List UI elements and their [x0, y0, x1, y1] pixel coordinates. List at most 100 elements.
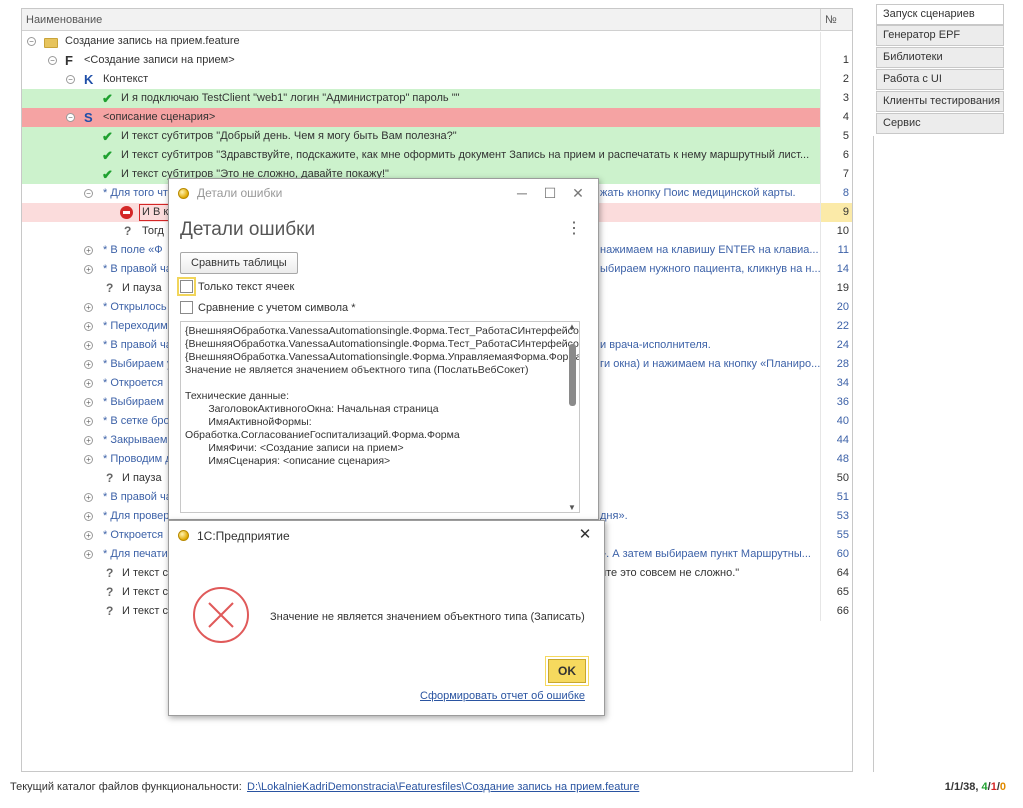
error-details-window[interactable]: Детали ошибки ─ ☐ ✕ Детали ошибки ⋮ Срав… — [168, 178, 599, 520]
status-catalog-path-link[interactable]: D:\LokalnieKadriDemonstracia\Featuresfil… — [247, 781, 639, 793]
row-number: 40 — [820, 412, 852, 431]
tree-item-label: * Переходим — [103, 320, 168, 332]
tree-item-label: И текст субтитров "Здравствуйте, подскаж… — [121, 149, 810, 161]
table-row[interactable]: − F <Создание записи на прием> 1 — [22, 51, 852, 70]
expand-icon[interactable]: + — [84, 455, 93, 464]
checkbox-icon[interactable] — [180, 300, 193, 314]
expand-icon[interactable]: + — [84, 436, 93, 445]
collapse-icon[interactable]: − — [84, 189, 93, 198]
tree-item-label: И В к — [139, 204, 172, 221]
tree-item-label-tail: ите это совсем не сложно." — [600, 567, 740, 579]
question-icon: ? — [106, 471, 114, 485]
status-counter: 1/1/38, 4/1/0 — [945, 781, 1006, 793]
expand-icon[interactable]: + — [84, 398, 93, 407]
only-cell-text-checkbox[interactable]: Только текст ячеек — [177, 276, 295, 296]
counter-pending: 0 — [999, 781, 1006, 793]
row-number: 6 — [820, 146, 852, 165]
context-k-icon: K — [84, 72, 94, 87]
tree-item-label-tail: ыбираем нужного пациента, кликнув на н..… — [600, 263, 820, 275]
row-number: 4 — [820, 108, 852, 127]
tab-panel-border — [873, 136, 874, 772]
tab-ui-work[interactable]: Работа с UI — [876, 69, 1004, 90]
tree-item-label: * В правой ча — [103, 339, 172, 351]
maximize-icon[interactable]: ☐ — [538, 183, 562, 203]
compare-tables-button[interactable]: Сравнить таблицы — [180, 252, 298, 274]
tree-item-label: И пауза — [122, 282, 162, 294]
row-number: 36 — [820, 393, 852, 412]
table-row[interactable]: ✔ И текст субтитров "Здравствуйте, подск… — [22, 146, 852, 165]
checkbox-label: Сравнение с учетом символа * — [198, 302, 356, 314]
close-icon[interactable]: ✕ — [566, 183, 590, 203]
row-number: 34 — [820, 374, 852, 393]
row-number: 51 — [820, 488, 852, 507]
error-details-textarea[interactable]: {ВнешняяОбработка.VanessaAutomationsingl… — [180, 321, 580, 513]
tree-item-label: Создание запись на прием.feature — [65, 35, 240, 47]
row-number: 50 — [820, 469, 852, 488]
expand-icon[interactable]: + — [84, 417, 93, 426]
row-number: 8 — [820, 184, 852, 203]
tree-item-label-tail: нажимаем на клавишу ENTER на клавиа... — [600, 244, 819, 256]
table-row[interactable]: ✔ И текст субтитров "Добрый день. Чем я … — [22, 127, 852, 146]
row-number: 5 — [820, 127, 852, 146]
tab-run-scenarios[interactable]: Запуск сценариев — [876, 4, 1004, 25]
collapse-icon[interactable]: − — [27, 37, 36, 46]
expand-icon[interactable]: + — [84, 512, 93, 521]
table-row[interactable]: − Создание запись на прием.feature — [22, 32, 852, 51]
tab-service[interactable]: Сервис — [876, 113, 1004, 134]
tree-item-label: * Для провер — [103, 510, 170, 522]
collapse-icon[interactable]: − — [66, 113, 75, 122]
more-menu-icon[interactable]: ⋮ — [566, 221, 582, 237]
expand-icon[interactable]: + — [84, 360, 93, 369]
column-header-number[interactable]: № — [820, 9, 852, 31]
error-text-scrollbar[interactable]: ▲ ▼ — [566, 322, 580, 512]
enterprise-message-dialog[interactable]: 1С:Предприятие ✕ Значение не является зн… — [168, 520, 605, 716]
check-icon: ✔ — [102, 129, 113, 144]
scroll-up-icon[interactable]: ▲ — [568, 322, 576, 331]
checkbox-icon[interactable] — [177, 276, 196, 296]
page-title: Детали ошибки — [180, 219, 316, 240]
table-row[interactable]: − K Контекст 2 — [22, 70, 852, 89]
collapse-icon[interactable]: − — [48, 56, 57, 65]
window-title-bar[interactable]: Детали ошибки ─ ☐ ✕ — [169, 179, 598, 207]
checkbox-label: Только текст ячеек — [198, 281, 295, 293]
tab-epf-generator[interactable]: Генератор EPF — [876, 25, 1004, 46]
expand-icon[interactable]: + — [84, 341, 93, 350]
expand-icon[interactable]: + — [84, 531, 93, 540]
question-icon: ? — [124, 224, 132, 238]
error-report-link[interactable]: Сформировать отчет об ошибке — [420, 690, 585, 702]
expand-icon[interactable]: + — [84, 550, 93, 559]
table-row[interactable]: ✔ И я подключаю TestClient "web1" логин … — [22, 89, 852, 108]
row-number: 20 — [820, 298, 852, 317]
row-number: 48 — [820, 450, 852, 469]
status-catalog-label: Текущий каталог файлов функциональности: — [10, 781, 242, 793]
row-number: 1 — [820, 51, 852, 70]
check-icon: ✔ — [102, 91, 113, 106]
tree-item-label: И текст с — [122, 605, 169, 617]
expand-icon[interactable]: + — [84, 246, 93, 255]
scroll-down-icon[interactable]: ▼ — [568, 503, 576, 512]
check-icon: ✔ — [102, 167, 113, 182]
tree-item-label: * Для печати — [103, 548, 168, 560]
row-number: 2 — [820, 70, 852, 89]
expand-icon[interactable]: + — [84, 493, 93, 502]
expand-icon[interactable]: + — [84, 265, 93, 274]
symbol-compare-checkbox[interactable]: Сравнение с учетом символа * — [180, 299, 355, 317]
expand-icon[interactable]: + — [84, 322, 93, 331]
dialog-title: 1С:Предприятие — [197, 529, 290, 543]
tab-test-clients[interactable]: Клиенты тестирования — [876, 91, 1004, 112]
tree-item-label: И я подключаю TestClient "web1" логин "А… — [121, 92, 460, 104]
window-title: Детали ошибки — [197, 186, 283, 200]
expand-icon[interactable]: + — [84, 303, 93, 312]
collapse-icon[interactable]: − — [66, 75, 75, 84]
scroll-thumb[interactable] — [569, 344, 576, 406]
column-header-name[interactable]: Наименование — [26, 14, 102, 26]
ok-button[interactable]: OK — [545, 656, 589, 686]
tab-libraries[interactable]: Библиотеки — [876, 47, 1004, 68]
row-number: 14 — [820, 260, 852, 279]
table-row[interactable]: − S <описание сценария> 4 — [22, 108, 852, 127]
expand-icon[interactable]: + — [84, 379, 93, 388]
tree-item-label: * Откроется — [103, 377, 164, 389]
tree-item-label: И текст субтитров "Добрый день. Чем я мо… — [121, 130, 457, 142]
close-icon[interactable]: ✕ — [574, 525, 596, 545]
minimize-icon[interactable]: ─ — [510, 183, 534, 203]
